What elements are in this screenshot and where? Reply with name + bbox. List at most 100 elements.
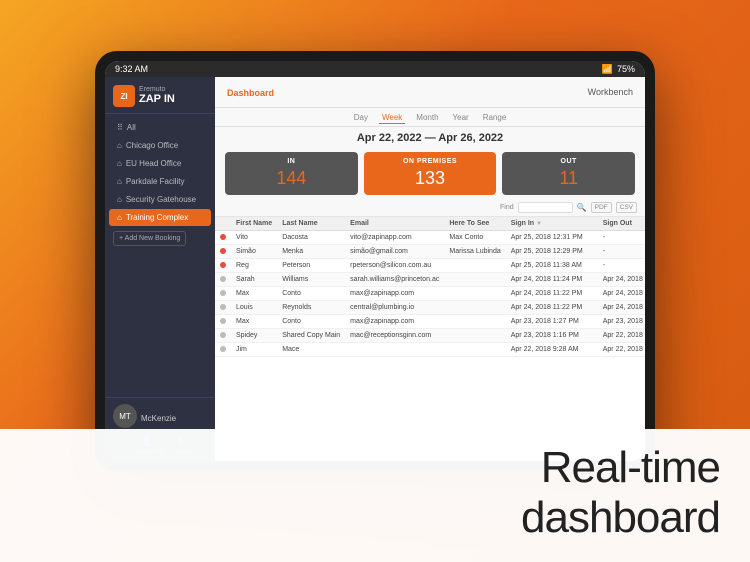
cell-sign-in: Apr 25, 2018 11:38 AM [506, 259, 588, 273]
cell-spacer [588, 231, 598, 245]
cell-first-name: Louis [231, 301, 277, 315]
sidebar: ZI Eremuto ZAP IN ⠿ All ⌂ Chicago Office [105, 77, 215, 461]
cell-spacer [588, 287, 598, 301]
cell-sign-out: Apr 24, 2018 11:59 PM [598, 273, 645, 287]
cell-sign-out: - [598, 245, 645, 259]
pdf-button[interactable]: PDF [591, 202, 612, 213]
status-bar: 9:32 AM 📶 75% [105, 61, 645, 77]
sidebar-item-eu[interactable]: ⌂ EU Head Office [109, 155, 211, 172]
workbench-label: Workbench [588, 87, 633, 97]
col-spacer [588, 217, 598, 231]
stat-card-in: IN 144 [225, 152, 358, 195]
premises-value: 133 [372, 168, 489, 189]
table-row: Jim Mace Apr 22, 2018 9:28 AM Apr 22, 20… [215, 343, 645, 357]
sidebar-item-training[interactable]: ⌂ Training Complex [109, 209, 211, 226]
data-table: First Name Last Name Email Here To See S… [215, 217, 645, 357]
sidebar-item-security[interactable]: ⌂ Security Gatehouse [109, 191, 211, 208]
cell-sign-in: Apr 23, 2018 1:27 PM [506, 315, 588, 329]
tab-week[interactable]: Week [379, 112, 405, 124]
home-icon-4: ⌂ [117, 195, 122, 204]
stats-row: IN 144 ON PREMISES 133 OUT 11 [215, 148, 645, 199]
cell-last-name: Conto [277, 287, 345, 301]
cell-here-to-see: Max Conto [444, 231, 505, 245]
col-first-name[interactable]: First Name [231, 217, 277, 231]
dashboard-link[interactable]: Dashboard [227, 88, 274, 98]
cell-first-name: Vito [231, 231, 277, 245]
cell-here-to-see [444, 301, 505, 315]
cell-email: central@plumbing.io [345, 301, 444, 315]
cell-email: max@zapinapp.com [345, 287, 444, 301]
cell-last-name: Menka [277, 245, 345, 259]
cell-first-name: Max [231, 315, 277, 329]
sidebar-logo: ZI Eremuto ZAP IN [105, 77, 215, 114]
cell-email: simão@gmail.com [345, 245, 444, 259]
cell-email: sarah.williams@princeton.ac [345, 273, 444, 287]
cell-sign-out: Apr 23, 2018 1:28 PM [598, 315, 645, 329]
cell-first-name: Sarah [231, 273, 277, 287]
find-label: Find [500, 204, 514, 211]
cell-spacer [588, 343, 598, 357]
cell-first-name: Jim [231, 343, 277, 357]
bottom-text-container: Real-time dashboard [0, 429, 750, 562]
cell-here-to-see [444, 343, 505, 357]
cell-sign-out: Apr 22, 2018 11:59 PM [598, 343, 645, 357]
wifi-icon: 📶 [602, 64, 613, 75]
tab-year[interactable]: Year [450, 112, 472, 124]
sidebar-item-chicago[interactable]: ⌂ Chicago Office [109, 137, 211, 154]
home-icon-5: ⌂ [117, 213, 122, 222]
col-last-name[interactable]: Last Name [277, 217, 345, 231]
row-dot-cell [215, 259, 231, 273]
table-row: Louis Reynolds central@plumbing.io Apr 2… [215, 301, 645, 315]
tablet-frame: 9:32 AM 📶 75% ZI Eremuto ZAP IN [95, 51, 655, 471]
in-value: 144 [233, 168, 350, 189]
cell-here-to-see [444, 273, 505, 287]
out-label: OUT [510, 158, 627, 165]
col-sign-out[interactable]: Sign Out [598, 217, 645, 231]
tab-range[interactable]: Range [480, 112, 510, 124]
cell-sign-in: Apr 25, 2018 12:31 PM [506, 231, 588, 245]
cell-last-name: Shared Copy Main [277, 329, 345, 343]
table-row: Max Conto max@zapinapp.com Apr 23, 2018 … [215, 315, 645, 329]
battery-display: 75% [617, 64, 635, 74]
sidebar-nav: ⠿ All ⌂ Chicago Office ⌂ EU Head Office … [105, 114, 215, 397]
home-icon-3: ⌂ [117, 177, 122, 186]
row-dot-cell [215, 315, 231, 329]
cell-here-to-see [444, 315, 505, 329]
search-icon[interactable]: 🔍 [577, 203, 587, 212]
search-input[interactable] [518, 202, 573, 213]
cell-email [345, 343, 444, 357]
out-value: 11 [510, 168, 627, 189]
logo-line2: ZAP IN [139, 93, 175, 105]
logo-icon: ZI [113, 85, 135, 107]
row-dot-cell [215, 343, 231, 357]
col-here-to-see[interactable]: Here To See [444, 217, 505, 231]
in-label: IN [233, 158, 350, 165]
sidebar-item-parkdale[interactable]: ⌂ Parkdale Facility [109, 173, 211, 190]
logo-line1: Eremuto [139, 86, 175, 93]
sidebar-item-all[interactable]: ⠿ All [109, 119, 211, 136]
table-row: Simão Menka simão@gmail.com Marissa Lubi… [215, 245, 645, 259]
main-content: Dashboard Workbench Day Week Month Year … [215, 77, 645, 461]
row-dot-cell [215, 301, 231, 315]
tab-day[interactable]: Day [351, 112, 371, 124]
cell-spacer [588, 315, 598, 329]
cell-sign-in: Apr 22, 2018 9:28 AM [506, 343, 588, 357]
table-area: Find 🔍 PDF CSV First Name L [215, 199, 645, 461]
tab-month[interactable]: Month [413, 112, 441, 124]
cell-last-name: Williams [277, 273, 345, 287]
cell-email: rpeterson@silicon.com.au [345, 259, 444, 273]
home-icon-2: ⌂ [117, 159, 122, 168]
stat-card-out: OUT 11 [502, 152, 635, 195]
cell-spacer [588, 259, 598, 273]
csv-button[interactable]: CSV [616, 202, 637, 213]
add-booking-button[interactable]: + Add New Booking [113, 231, 186, 246]
cell-email: mac@receptionsginn.com [345, 329, 444, 343]
cell-here-to-see: Marissa Lubinda [444, 245, 505, 259]
cell-here-to-see [444, 287, 505, 301]
cell-sign-out: Apr 24, 2018 11:59 PM [598, 301, 645, 315]
cell-last-name: Conto [277, 315, 345, 329]
row-dot-cell [215, 287, 231, 301]
row-dot-cell [215, 231, 231, 245]
col-email[interactable]: Email [345, 217, 444, 231]
col-sign-in[interactable]: Sign In ▼ [506, 217, 588, 231]
